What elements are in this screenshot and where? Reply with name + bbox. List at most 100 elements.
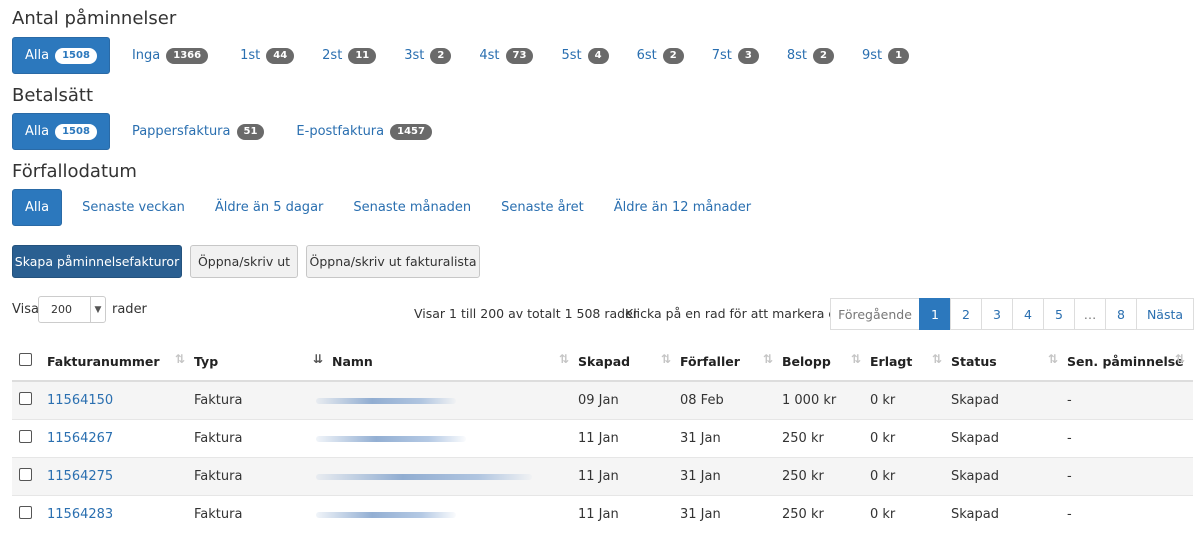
count-badge: 11 (348, 48, 376, 64)
cell-type: Faktura (193, 420, 331, 458)
filter-due-last-month[interactable]: Senaste månaden (339, 189, 485, 226)
count-badge: 44 (266, 48, 294, 64)
filter-label: 5st (561, 48, 581, 63)
filter-reminders-2st[interactable]: 2st 11 (308, 37, 390, 74)
cell-name (331, 420, 577, 458)
pagination-page[interactable]: 5 (1043, 298, 1075, 330)
column-label: Typ (194, 354, 218, 369)
column-label: Fakturanummer (47, 354, 160, 369)
pagination-page[interactable]: 4 (1012, 298, 1044, 330)
pagination-previous[interactable]: Föregående (830, 298, 920, 330)
pagination-next[interactable]: Nästa (1136, 298, 1194, 330)
column-header-amount[interactable]: Belopp⇅ (781, 342, 869, 381)
invoice-number-link[interactable]: 11564283 (47, 507, 113, 522)
column-header-created[interactable]: Skapad⇅ (577, 342, 679, 381)
column-header-name[interactable]: Namn ⇅ (331, 342, 577, 381)
table-row[interactable]: 11564283 Faktura 11 Jan 31 Jan 250 kr 0 … (12, 496, 1193, 533)
open-print-button[interactable]: Öppna/skriv ut (190, 245, 298, 278)
table-row[interactable]: 11564150 Faktura 09 Jan 08 Feb 1 000 kr … (12, 381, 1193, 420)
table-row[interactable]: 11564275 Faktura 11 Jan 31 Jan 250 kr 0 … (12, 458, 1193, 496)
row-checkbox[interactable] (19, 468, 32, 481)
filter-label: Senaste veckan (82, 200, 185, 215)
rows-per-page-value: 200 (39, 303, 90, 316)
column-header-last-reminder[interactable]: Sen. påminnelse⇅ (1066, 342, 1193, 381)
table-info: Visar 1 till 200 av totalt 1 508 rader (414, 306, 638, 321)
filter-due-last-year[interactable]: Senaste året (487, 189, 598, 226)
filter-reminders-8st[interactable]: 8st2 (773, 37, 848, 74)
create-reminders-button[interactable]: Skapa påminnelsefakturor (12, 245, 182, 278)
filter-reminders-1st[interactable]: 1st44 (226, 37, 308, 74)
filter-label: Alla (25, 200, 49, 215)
count-badge: 1457 (390, 124, 432, 140)
pagination-page[interactable]: 8 (1105, 298, 1137, 330)
column-header-paid[interactable]: Erlagt⇅ (869, 342, 950, 381)
cell-due: 31 Jan (679, 458, 781, 496)
redacted-name (316, 474, 532, 480)
cell-created: 11 Jan (577, 496, 679, 533)
rows-per-page-select[interactable]: 200 ▼ (38, 296, 106, 323)
sort-icon: ⇅ (763, 352, 773, 366)
column-label: Namn (332, 354, 373, 369)
filter-due-older-12-months[interactable]: Äldre än 12 månader (600, 189, 765, 226)
filter-reminders-6st[interactable]: 6st2 (623, 37, 698, 74)
column-label: Sen. påminnelse (1067, 354, 1184, 369)
filter-reminders-4st[interactable]: 4st73 (465, 37, 547, 74)
filter-label: Senaste året (501, 200, 584, 215)
open-print-list-button[interactable]: Öppna/skriv ut fakturalista (306, 245, 480, 278)
filter-reminders-7st[interactable]: 7st3 (698, 37, 773, 74)
column-header-status[interactable]: Status⇅ (950, 342, 1066, 381)
filter-label: Alla (25, 48, 49, 63)
filter-reminders-none[interactable]: Inga1366 (118, 37, 222, 74)
sort-icon: ⇅ (559, 352, 569, 366)
filter-reminders-9st[interactable]: 9st1 (848, 37, 923, 74)
cell-type: Faktura (193, 496, 331, 533)
column-header-due[interactable]: Förfaller⇅ (679, 342, 781, 381)
filter-payment-all[interactable]: Alla1508 (12, 113, 110, 150)
count-badge: 2 (430, 48, 451, 64)
count-badge: 2 (663, 48, 684, 64)
cell-status: Skapad (950, 420, 1066, 458)
filter-payment-email[interactable]: E-postfaktura1457 (282, 113, 446, 150)
pagination-ellipsis: … (1074, 298, 1106, 330)
row-checkbox[interactable] (19, 506, 32, 519)
table-row[interactable]: 11564267 Faktura 11 Jan 31 Jan 250 kr 0 … (12, 420, 1193, 458)
row-checkbox[interactable] (19, 430, 32, 443)
filter-due-older-5-days[interactable]: Äldre än 5 dagar (201, 189, 337, 226)
count-badge: 1366 (166, 48, 208, 64)
cell-due: 08 Feb (679, 381, 781, 420)
cell-number: 11564150 (46, 381, 193, 420)
invoice-number-link[interactable]: 11564275 (47, 469, 113, 484)
filter-label: 2st (322, 48, 342, 63)
invoice-number-link[interactable]: 11564267 (47, 431, 113, 446)
pagination-page[interactable]: 3 (981, 298, 1013, 330)
column-header-type[interactable]: Typ⇊ (193, 342, 331, 381)
filter-due-all[interactable]: Alla (12, 189, 62, 226)
column-header-number[interactable]: Fakturanummer⇅ (46, 342, 193, 381)
cell-last-reminder: - (1066, 496, 1193, 533)
row-checkbox[interactable] (19, 392, 32, 405)
filter-label: Äldre än 5 dagar (215, 200, 323, 215)
filter-reminders-5st[interactable]: 5st4 (547, 37, 622, 74)
pagination-page[interactable]: 1 (919, 298, 951, 330)
cell-last-reminder: - (1066, 381, 1193, 420)
length-suffix: rader (112, 302, 147, 317)
pagination-page[interactable]: 2 (950, 298, 982, 330)
filter-due-last-week[interactable]: Senaste veckan (68, 189, 199, 226)
invoice-number-link[interactable]: 11564150 (47, 393, 113, 408)
row-select-cell (12, 420, 46, 458)
cell-due: 31 Jan (679, 420, 781, 458)
row-select-cell (12, 458, 46, 496)
table-header-row: Fakturanummer⇅ Typ⇊ Namn⇅ Skapad⇅ Förfal… (12, 342, 1193, 381)
cell-name (331, 496, 577, 533)
cell-paid: 0 kr (869, 381, 950, 420)
filter-reminders-all[interactable]: Alla1508 (12, 37, 110, 74)
cell-status: Skapad (950, 496, 1066, 533)
invoice-table: Fakturanummer⇅ Typ⇊ Namn⇅ Skapad⇅ Förfal… (12, 342, 1193, 533)
cell-paid: 0 kr (869, 458, 950, 496)
count-badge: 73 (506, 48, 534, 64)
cell-number: 11564275 (46, 458, 193, 496)
select-all-checkbox[interactable] (19, 353, 32, 366)
filter-payment-paper[interactable]: Pappersfaktura51 (118, 113, 278, 150)
column-label: Erlagt (870, 354, 912, 369)
filter-reminders-3st[interactable]: 3st2 (390, 37, 465, 74)
